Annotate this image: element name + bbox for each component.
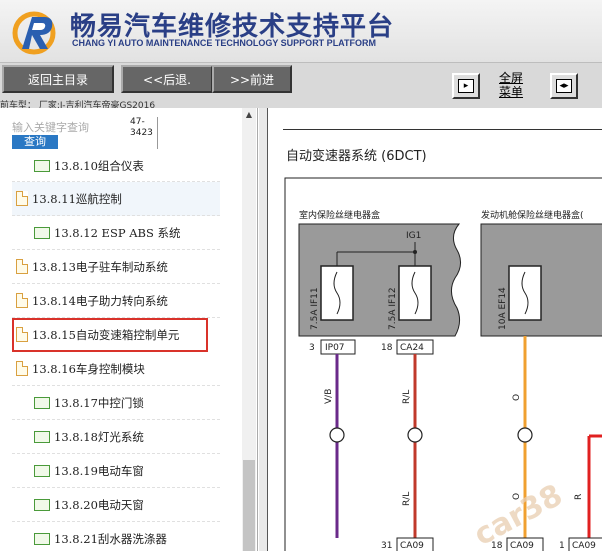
panel-left-icon: ▸ xyxy=(458,79,474,93)
tree-item-central-lock[interactable]: 13.8.17中控门锁 xyxy=(12,386,220,420)
wire-o-label: O xyxy=(512,394,522,401)
engine-fuse-box-label: 发动机舱保险丝继电器盒( xyxy=(481,209,584,221)
pin5-label: 1 xyxy=(559,541,565,551)
left-scrollbar-thumb[interactable] xyxy=(243,460,255,551)
search-input[interactable] xyxy=(12,119,102,135)
toggle-left-panel-button[interactable]: ▸ xyxy=(452,73,480,99)
split-view-icon: ◂▸ xyxy=(556,79,572,93)
wiring-diagram: 室内保险丝继电器盒 发动机舱保险丝继电器盒( IG1 7.5A IF11 7.5… xyxy=(284,177,602,551)
code-line2: 3423 xyxy=(130,128,153,138)
left-panel: 查询 47- 3423 13.8.10组合仪表 13.8.11巡航控制 13.8… xyxy=(0,108,258,551)
conn4-label: CA09 xyxy=(510,541,534,551)
pin2-label: 18 xyxy=(381,343,393,353)
folder-icon xyxy=(34,464,50,477)
splice-3 xyxy=(517,427,533,443)
scroll-up-arrow-icon[interactable]: ▲ xyxy=(242,110,256,122)
tree-item-label: 13.8.14电子助力转向系统 xyxy=(32,293,168,308)
folder-icon xyxy=(34,430,50,443)
fullscreen-label-line1: 全屏 xyxy=(499,71,524,85)
tree-item-label: 13.8.12 ESP ABS 系统 xyxy=(54,225,181,240)
fullscreen-menu-link[interactable]: 全屏 菜单 xyxy=(499,71,523,99)
file-icon xyxy=(16,293,28,308)
folder-icon xyxy=(34,498,50,511)
tree-item-label: 13.8.11巡航控制 xyxy=(32,191,122,206)
conn2-label: CA24 xyxy=(400,343,424,353)
ig1-label: IG1 xyxy=(406,231,421,241)
toolbar: 返回主目录 <<后退. >>前进 ▸ 全屏 菜单 ◂▸ 前车型： 厂家:J-吉利… xyxy=(0,62,602,111)
tree-item-label: 13.8.15自动变速箱控制单元 xyxy=(32,327,180,342)
tree-item-label: 13.8.10组合仪表 xyxy=(54,158,144,173)
pin1-label: 3 xyxy=(309,343,315,353)
fullscreen-label-line2: 菜单 xyxy=(499,85,524,99)
tree-item-combined-instrument[interactable]: 13.8.10组合仪表 xyxy=(12,150,220,182)
wire-rl-label: R/L xyxy=(402,390,412,404)
tree-item-label: 13.8.21刮水器洗涤器 xyxy=(54,531,167,546)
brand-subtitle: CHANG YI AUTO MAINTENANCE TECHNOLOGY SUP… xyxy=(72,38,377,48)
document-tree: 13.8.10组合仪表 13.8.11巡航控制 13.8.12 ESP ABS … xyxy=(12,150,220,551)
tree-item-eps[interactable]: 13.8.14电子助力转向系统 xyxy=(12,284,220,318)
pin3-label: 31 xyxy=(381,541,392,551)
document-viewer: 自动变速器系统 (6DCT) 室内保险丝继电器盒 发动机舱保险丝继电器盒( IG… xyxy=(259,108,602,551)
folder-icon xyxy=(34,532,50,545)
tree-item-label: 13.8.19电动车窗 xyxy=(54,463,144,478)
header-banner: 畅易汽车维修技术支持平台 CHANG YI AUTO MAINTENANCE T… xyxy=(0,0,602,62)
tree-item-label: 13.8.13电子驻车制动系统 xyxy=(32,259,168,274)
code-line1: 47- xyxy=(130,117,145,127)
folder-icon xyxy=(34,396,50,409)
tree-item-cruise-control[interactable]: 13.8.11巡航控制 xyxy=(12,182,220,216)
fuse3-label: 10A EF14 xyxy=(498,287,508,330)
home-button[interactable]: 返回主目录 xyxy=(2,65,114,93)
file-icon xyxy=(16,191,28,206)
tree-item-bcm[interactable]: 13.8.16车身控制模块 xyxy=(12,352,220,386)
brand-logo-icon xyxy=(12,11,56,55)
file-icon xyxy=(16,327,28,342)
tree-item-label: 13.8.17中控门锁 xyxy=(54,395,144,410)
code-display: 47- 3423 xyxy=(130,117,158,149)
splice-2 xyxy=(407,427,423,443)
folder-icon xyxy=(34,159,50,172)
tree-item-label: 13.8.20电动天窗 xyxy=(54,497,144,512)
app-window: 畅易汽车维修技术支持平台 CHANG YI AUTO MAINTENANCE T… xyxy=(0,0,602,551)
search-button[interactable]: 查询 xyxy=(12,135,58,149)
back-button[interactable]: <<后退. xyxy=(121,65,213,93)
fuse2-label: 7.5A IF12 xyxy=(388,287,398,330)
tree-item-sunroof[interactable]: 13.8.20电动天窗 xyxy=(12,488,220,522)
splice-1 xyxy=(329,427,345,443)
tree-item-lighting[interactable]: 13.8.18灯光系统 xyxy=(12,420,220,454)
tree-item-epb[interactable]: 13.8.13电子驻车制动系统 xyxy=(12,250,220,284)
toggle-split-button[interactable]: ◂▸ xyxy=(550,73,578,99)
file-icon xyxy=(16,361,28,376)
wire-r-label: R xyxy=(574,494,584,500)
tree-item-power-window[interactable]: 13.8.19电动车窗 xyxy=(12,454,220,488)
interior-fuse-box-label: 室内保险丝继电器盒 xyxy=(299,209,380,221)
tree-item-label: 13.8.18灯光系统 xyxy=(54,429,144,444)
tree-item-wiper[interactable]: 13.8.21刮水器洗涤器 xyxy=(12,522,220,551)
tree-item-esp-abs[interactable]: 13.8.12 ESP ABS 系统 xyxy=(12,216,220,250)
folder-icon xyxy=(34,226,50,239)
fuse1-label: 7.5A IF11 xyxy=(310,287,320,330)
conn5-label: CA09 xyxy=(572,541,596,551)
conn3-label: CA09 xyxy=(400,541,424,551)
tree-item-tcu[interactable]: 13.8.15自动变速箱控制单元 xyxy=(12,318,208,352)
tree-item-label: 13.8.16车身控制模块 xyxy=(32,361,145,376)
wire-rl-label-lower: R/L xyxy=(402,492,412,506)
wire-vb-label: V/B xyxy=(324,389,334,404)
forward-button[interactable]: >>前进 xyxy=(212,65,292,93)
file-icon xyxy=(16,259,28,274)
conn1-label: IP07 xyxy=(325,343,345,353)
